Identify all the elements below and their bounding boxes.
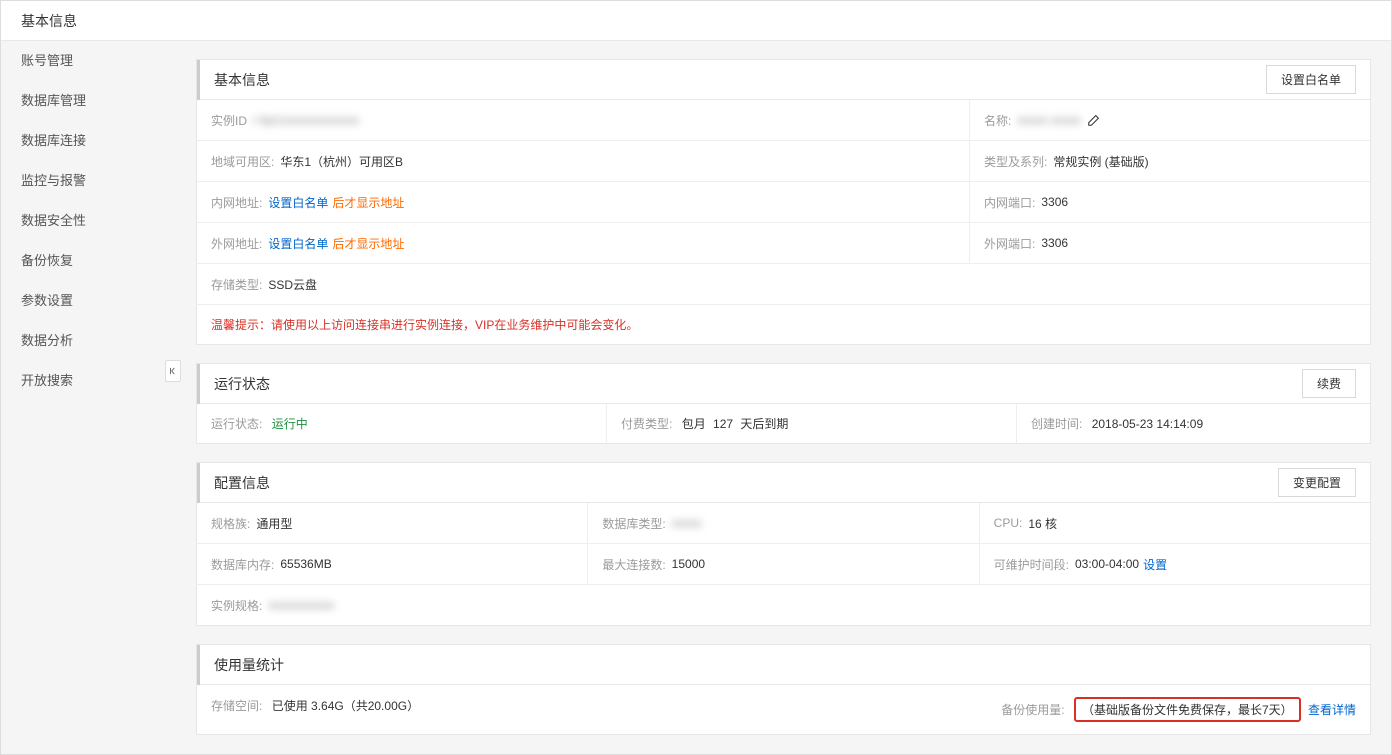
maint-value: 03:00-04:00 (1075, 557, 1139, 571)
collapse-toggle-icon[interactable] (165, 360, 181, 382)
paytype-suffix: 天后到期 (740, 417, 788, 431)
create-label: 创建时间: (1031, 417, 1082, 431)
type-value: 常规实例 (基础版) (1053, 153, 1148, 170)
section-run: 运行状态 续费 运行状态: 运行中 付费类型: 包月 127 天后到期 创建时间… (196, 363, 1371, 444)
paytype-label: 付费类型: (621, 417, 672, 431)
edit-icon[interactable] (1087, 113, 1101, 127)
sidebar-item-analysis[interactable]: 数据分析 (1, 321, 176, 361)
section-run-title: 运行状态 (197, 364, 270, 404)
intranet-addr-after: 后才显示地址 (332, 194, 404, 211)
section-config: 配置信息 变更配置 规格族: 通用型 数据库类型: xxxxx CPU: 16 … (196, 462, 1371, 626)
sidebar-item-backup[interactable]: 备份恢复 (1, 241, 176, 281)
dbtype-label: 数据库类型: (602, 515, 665, 532)
maxconn-value: 15000 (672, 557, 705, 571)
extranet-addr-after: 后才显示地址 (332, 235, 404, 252)
extranet-port-value: 3306 (1041, 236, 1068, 250)
usage-storage-label: 存储空间: (211, 699, 262, 713)
topbar: 基本信息 (1, 1, 1391, 41)
sidebar: 账号管理 数据库管理 数据库连接 监控与报警 数据安全性 备份恢复 参数设置 数… (1, 41, 176, 754)
section-usage: 使用量统计 存储空间: 已使用 3.64G（共20.00G） 备份使用量: （基… (196, 644, 1371, 735)
intranet-port-label: 内网端口: (984, 194, 1035, 211)
storage-value: SSD云盘 (268, 276, 317, 293)
type-label: 类型及系列: (984, 153, 1047, 170)
family-label: 规格族: (211, 515, 250, 532)
storage-label: 存储类型: (211, 276, 262, 293)
change-config-button[interactable]: 变更配置 (1278, 468, 1356, 497)
instance-id-label: 实例ID (211, 112, 247, 129)
backup-label: 备份使用量: (1001, 703, 1064, 717)
maint-label: 可维护时间段: (994, 556, 1069, 573)
sidebar-item-database[interactable]: 数据库管理 (1, 81, 176, 121)
cpu-label: CPU: (994, 516, 1023, 530)
section-usage-title: 使用量统计 (197, 645, 284, 685)
sidebar-item-params[interactable]: 参数设置 (1, 281, 176, 321)
usage-storage-value: 已使用 3.64G（共20.00G） (272, 699, 419, 713)
section-config-title: 配置信息 (197, 463, 270, 503)
backup-note: （基础版备份文件免费保存，最长7天） (1082, 703, 1293, 717)
name-value: xxxxx xxxxx (1017, 113, 1080, 127)
backup-note-box: （基础版备份文件免费保存，最长7天） (1074, 697, 1301, 722)
intranet-addr-label: 内网地址: (211, 194, 262, 211)
run-status-label: 运行状态: (211, 417, 262, 431)
run-status-value: 运行中 (272, 417, 308, 431)
sidebar-item-dbconn[interactable]: 数据库连接 (1, 121, 176, 161)
cpu-value: 16 核 (1028, 515, 1057, 532)
whitelist-button[interactable]: 设置白名单 (1266, 65, 1356, 94)
name-label: 名称: (984, 112, 1011, 129)
intranet-whitelist-link[interactable]: 设置白名单 (268, 194, 328, 211)
warm-tip: 温馨提示：请使用以上访问连接串进行实例连接，VIP在业务维护中可能会变化。 (197, 305, 1370, 344)
instance-id-value: r-bp1xxxxxxxxxxxxx (253, 113, 359, 127)
sidebar-item-security[interactable]: 数据安全性 (1, 201, 176, 241)
maint-set-link[interactable]: 设置 (1143, 556, 1167, 573)
section-basic-title: 基本信息 (197, 60, 270, 100)
sidebar-item-opensearch[interactable]: 开放搜索 (1, 361, 176, 401)
paytype-prefix: 包月 (682, 417, 706, 431)
spec-value: xxxxxxxxxxx (268, 598, 334, 612)
sidebar-item-account[interactable]: 账号管理 (1, 41, 176, 81)
backup-detail-link[interactable]: 查看详情 (1308, 703, 1356, 717)
paytype-days: 127 (713, 417, 733, 431)
family-value: 通用型 (256, 515, 292, 532)
create-value: 2018-05-23 14:14:09 (1092, 417, 1203, 431)
spec-label: 实例规格: (211, 597, 262, 614)
content: 基本信息 设置白名单 实例ID r-bp1xxxxxxxxxxxxx 名称: x… (176, 41, 1391, 754)
page-title: 基本信息 (21, 13, 77, 29)
dbtype-value: xxxxx (672, 516, 702, 530)
extranet-port-label: 外网端口: (984, 235, 1035, 252)
mem-label: 数据库内存: (211, 556, 274, 573)
renew-button[interactable]: 续费 (1302, 369, 1356, 398)
section-basic: 基本信息 设置白名单 实例ID r-bp1xxxxxxxxxxxxx 名称: x… (196, 59, 1371, 345)
mem-value: 65536MB (280, 557, 331, 571)
maxconn-label: 最大连接数: (602, 556, 665, 573)
extranet-whitelist-link[interactable]: 设置白名单 (268, 235, 328, 252)
region-value: 华东1（杭州）可用区B (280, 153, 403, 170)
sidebar-item-monitor[interactable]: 监控与报警 (1, 161, 176, 201)
region-label: 地域可用区: (211, 153, 274, 170)
intranet-port-value: 3306 (1041, 195, 1068, 209)
extranet-addr-label: 外网地址: (211, 235, 262, 252)
